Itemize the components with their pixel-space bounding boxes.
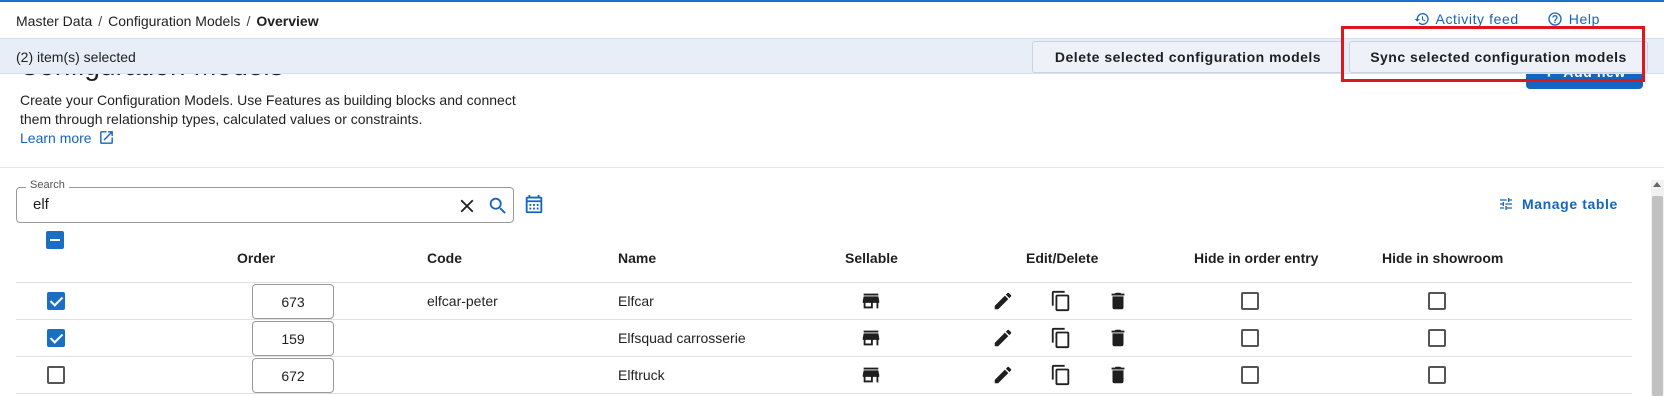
history-icon (1414, 13, 1429, 25)
table-row[interactable]: 159 Elfsquad carrosserie (16, 320, 1632, 357)
code-cell: elfcar-peter (427, 293, 498, 309)
breadcrumb-configuration-models[interactable]: Configuration Models (108, 13, 240, 29)
row-select-checkbox[interactable] (47, 292, 65, 310)
breadcrumb: Master Data / Configuration Models / Ove… (16, 13, 319, 29)
column-order[interactable]: Order (237, 250, 275, 266)
delete-selected-button[interactable]: Delete selected configuration models (1032, 41, 1344, 73)
name-cell: Elftruck (618, 367, 665, 383)
edit-icon[interactable] (992, 327, 1014, 349)
learn-more-label: Learn more (20, 129, 92, 146)
hide-order-entry-checkbox[interactable] (1241, 292, 1259, 310)
header-links: Activity feed Help (1414, 11, 1600, 27)
store-icon (860, 327, 882, 349)
activity-feed-label: Activity feed (1435, 11, 1519, 27)
hide-showroom-checkbox[interactable] (1428, 292, 1446, 310)
activity-feed-link[interactable]: Activity feed (1414, 11, 1519, 27)
select-all-checkbox[interactable] (46, 231, 64, 249)
table-header: Order Code Name Sellable Edit/Delete Hid… (16, 231, 1632, 283)
help-link[interactable]: Help (1547, 11, 1600, 27)
scroll-up-arrow-icon[interactable] (1653, 182, 1661, 187)
learn-more-link[interactable]: Learn more (20, 129, 115, 146)
column-hide-showroom[interactable]: Hide in showroom (1382, 250, 1503, 266)
order-input[interactable]: 672 (252, 358, 334, 393)
help-icon (1548, 12, 1562, 26)
manage-table-button[interactable]: Manage table (1498, 196, 1618, 212)
search-icon[interactable] (487, 195, 509, 217)
column-edit-delete: Edit/Delete (1026, 250, 1099, 266)
edit-icon[interactable] (992, 290, 1014, 312)
column-name[interactable]: Name (618, 250, 656, 266)
delete-icon[interactable] (1107, 327, 1129, 349)
order-value: 673 (281, 293, 305, 310)
tune-icon (1500, 198, 1512, 210)
delete-icon[interactable] (1107, 290, 1129, 312)
breadcrumb-master-data[interactable]: Master Data (16, 13, 92, 29)
delete-icon[interactable] (1107, 364, 1129, 386)
hide-order-entry-checkbox[interactable] (1241, 329, 1259, 347)
copy-icon[interactable] (1050, 364, 1072, 386)
table-row[interactable]: 673 elfcar-peter Elfcar (16, 283, 1632, 320)
hide-order-entry-checkbox[interactable] (1241, 366, 1259, 384)
section-divider (0, 167, 1664, 168)
row-select-checkbox[interactable] (47, 366, 65, 384)
table-row[interactable]: 672 Elftruck (16, 357, 1632, 394)
copy-icon[interactable] (1050, 327, 1072, 349)
breadcrumb-separator: / (98, 13, 103, 29)
order-input[interactable]: 159 (252, 321, 334, 356)
search-field[interactable] (16, 187, 514, 223)
hide-showroom-checkbox[interactable] (1428, 329, 1446, 347)
store-icon (860, 364, 882, 386)
column-sellable[interactable]: Sellable (845, 250, 898, 266)
order-value: 672 (281, 367, 305, 384)
breadcrumb-separator: / (246, 13, 251, 29)
external-link-icon (99, 131, 113, 144)
manage-table-label: Manage table (1522, 196, 1618, 212)
search-input[interactable] (33, 196, 433, 213)
store-icon (860, 290, 882, 312)
close-icon[interactable] (456, 195, 478, 217)
row-select-checkbox[interactable] (47, 329, 65, 347)
configuration-models-table: Order Code Name Sellable Edit/Delete Hid… (16, 231, 1632, 394)
page-description: Create your Configuration Models. Use Fe… (20, 92, 516, 127)
calendar-icon[interactable] (523, 193, 545, 215)
help-label: Help (1568, 11, 1600, 27)
copy-icon[interactable] (1050, 290, 1072, 312)
scrollbar-thumb[interactable] (1652, 196, 1663, 396)
order-input[interactable]: 673 (252, 284, 334, 319)
column-hide-order-entry[interactable]: Hide in order entry (1194, 250, 1318, 266)
highlight-box (1341, 26, 1645, 82)
name-cell: Elfcar (618, 293, 654, 309)
order-value: 159 (281, 330, 305, 347)
hide-showroom-checkbox[interactable] (1428, 366, 1446, 384)
column-code[interactable]: Code (427, 250, 462, 266)
search-label: Search (26, 179, 69, 191)
edit-icon[interactable] (992, 364, 1014, 386)
name-cell: Elfsquad carrosserie (618, 330, 746, 346)
selection-count: (2) item(s) selected (16, 49, 136, 65)
breadcrumb-current: Overview (256, 13, 319, 29)
